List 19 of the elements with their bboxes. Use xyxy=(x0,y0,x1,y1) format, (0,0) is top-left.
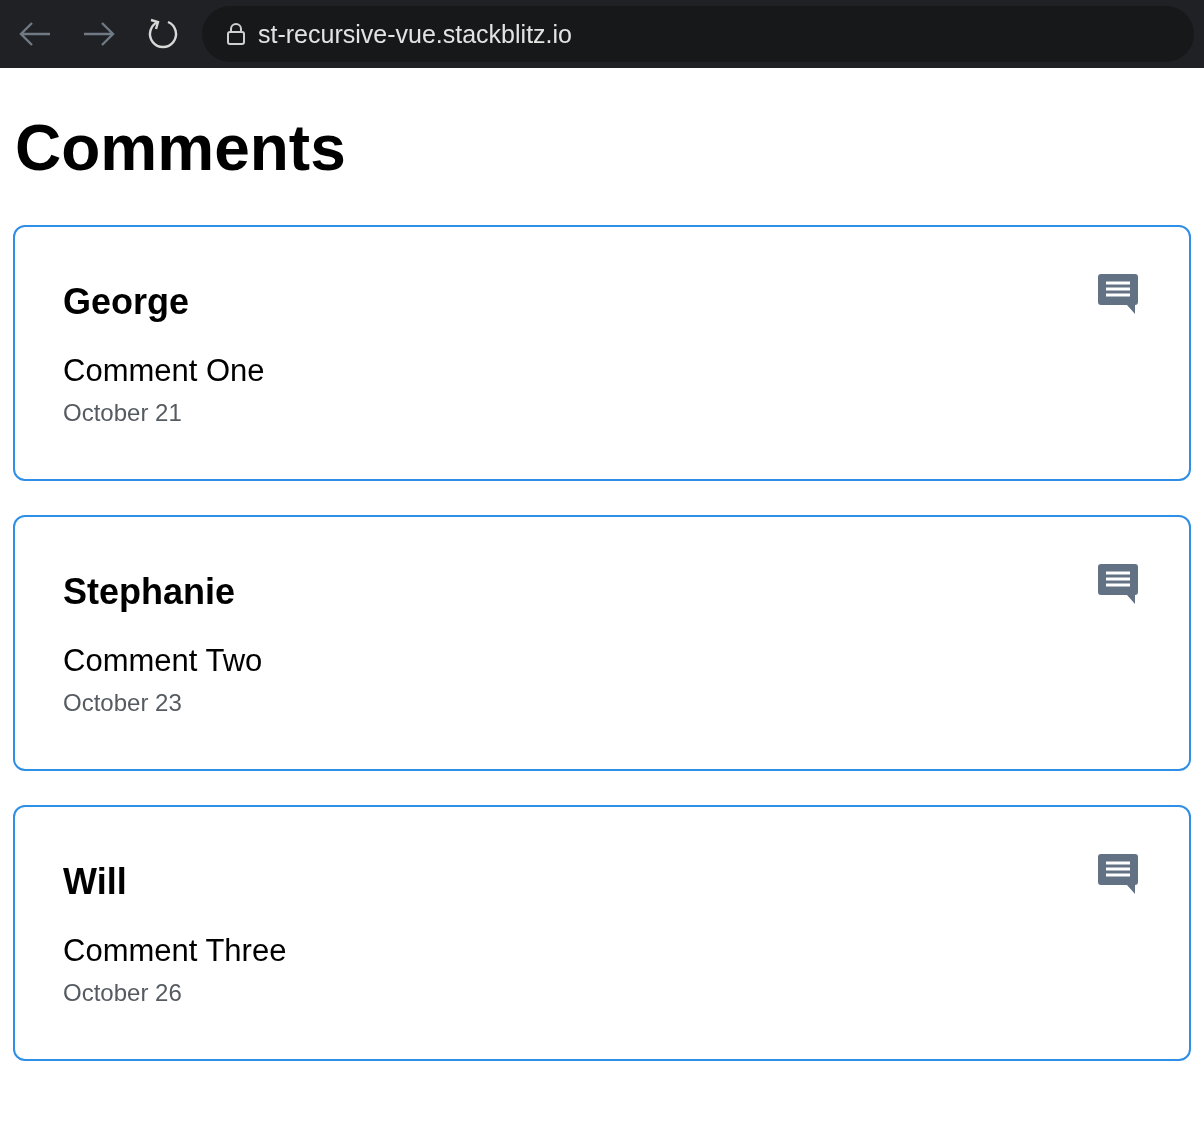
page-title: Comments xyxy=(15,112,347,184)
reload-icon[interactable] xyxy=(146,17,180,51)
comment-icon[interactable] xyxy=(1097,563,1139,605)
back-arrow-icon[interactable] xyxy=(18,20,52,48)
comment-date: October 26 xyxy=(63,979,183,1007)
author-name: George xyxy=(63,281,191,323)
author-name: Stephanie xyxy=(63,571,237,613)
forward-arrow-icon[interactable] xyxy=(82,20,116,48)
comment-icon[interactable] xyxy=(1097,853,1139,895)
comment-text: Comment Two xyxy=(63,643,263,679)
author-name: Will xyxy=(63,861,128,903)
address-bar[interactable]: st-recursive-vue.stackblitz.io xyxy=(202,6,1194,62)
url-text: st-recursive-vue.stackblitz.io xyxy=(258,19,572,49)
comment-date: October 21 xyxy=(63,399,183,427)
comment-date: October 23 xyxy=(63,689,183,717)
comment-text: Comment One xyxy=(63,353,265,389)
lock-icon xyxy=(226,22,246,46)
comment-icon[interactable] xyxy=(1097,273,1139,315)
comment-text: Comment Three xyxy=(63,933,287,969)
